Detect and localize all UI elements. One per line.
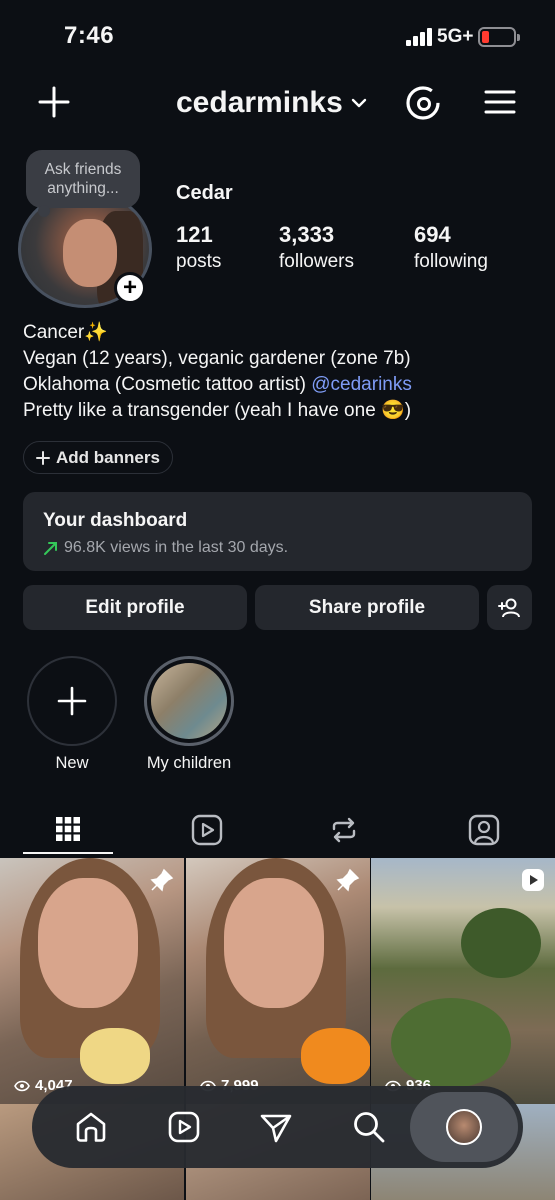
bio-line-3-text: Oklahoma (Cosmetic tattoo artist): [23, 374, 312, 395]
cellular-signal-icon: [406, 28, 432, 46]
reels-icon: [168, 1111, 200, 1143]
pin-icon: [336, 868, 360, 892]
tab-tagged[interactable]: [439, 806, 529, 854]
post-fruit: [301, 1028, 370, 1084]
highlight-new-label: New: [55, 754, 89, 772]
grid-icon: [56, 817, 80, 841]
username: cedarminks: [176, 86, 343, 119]
highlight-my-children-label: My children: [146, 754, 232, 772]
grid-post-1[interactable]: 4,047: [0, 858, 184, 1104]
highlight-new[interactable]: New: [22, 656, 122, 773]
stat-following-label: following: [414, 251, 488, 272]
home-icon: [76, 1112, 106, 1142]
bio-line-1: Cancer✨: [23, 322, 108, 343]
reels-icon: [191, 814, 223, 846]
highlight-my-children[interactable]: My children: [139, 656, 239, 773]
repost-icon: [332, 817, 356, 843]
tagged-icon: [468, 814, 500, 846]
display-name: Cedar: [176, 182, 233, 204]
bottom-navigation: [32, 1086, 523, 1168]
plus-icon: [57, 686, 87, 716]
add-banners-button[interactable]: Add banners: [23, 441, 173, 474]
profile-avatar-small: [446, 1109, 482, 1145]
status-time: 7:46: [64, 22, 115, 49]
bio-line-3: Oklahoma (Cosmetic tattoo artist) @cedar…: [23, 372, 412, 398]
note-text-line1: Ask friends: [44, 161, 122, 178]
nav-direct-messages[interactable]: [241, 1086, 311, 1168]
tab-reels[interactable]: [162, 806, 252, 854]
search-icon: [354, 1112, 385, 1143]
dashboard-title: Your dashboard: [43, 510, 188, 531]
note-text-line2: anything...: [47, 180, 119, 197]
dashboard-subtitle: 96.8K views in the last 30 days.: [64, 539, 289, 556]
add-banners-label: Add banners: [56, 447, 160, 467]
create-plus-icon[interactable]: [36, 84, 72, 120]
stat-posts[interactable]: 121 posts: [176, 222, 221, 273]
chevron-down-icon: [351, 98, 366, 108]
post-fruit: [80, 1028, 150, 1084]
bio-mention-link[interactable]: @cedarinks: [311, 374, 412, 395]
highlight-cover-image: [151, 663, 227, 739]
add-story-plus-icon[interactable]: +: [114, 272, 146, 304]
nav-profile[interactable]: [410, 1092, 518, 1162]
network-type: 5G+: [437, 26, 474, 47]
account-switcher[interactable]: cedarminks: [176, 86, 367, 120]
stat-following[interactable]: 694 following: [414, 222, 488, 273]
note-bubble[interactable]: Ask friends anything...: [26, 150, 140, 208]
stat-following-value: 694: [414, 222, 451, 247]
share-profile-button[interactable]: Share profile: [255, 585, 479, 630]
battery-icon: [478, 27, 520, 47]
stat-followers-value: 3,333: [279, 222, 335, 247]
stat-posts-value: 121: [176, 222, 213, 247]
stat-followers-label: followers: [279, 251, 354, 272]
edit-profile-button[interactable]: Edit profile: [23, 585, 247, 630]
tab-posts-grid[interactable]: [23, 806, 113, 854]
nav-home[interactable]: [56, 1086, 126, 1168]
dashboard-card[interactable]: Your dashboard 96.8K views in the last 3…: [23, 492, 532, 571]
highlight-new-circle: [27, 656, 117, 746]
nav-reels[interactable]: [149, 1086, 219, 1168]
eye-icon: [14, 1080, 30, 1091]
send-icon: [260, 1114, 292, 1143]
bio-line-4: Pretty like a transgender (yeah I have o…: [23, 400, 412, 421]
nav-search[interactable]: [334, 1086, 404, 1168]
tab-reposts[interactable]: [299, 806, 389, 854]
add-person-icon: [497, 598, 520, 617]
threads-icon[interactable]: [404, 84, 442, 122]
stat-followers[interactable]: 3,333 followers: [279, 222, 354, 273]
bio: Cancer✨ Vegan (12 years), veganic garden…: [23, 320, 412, 424]
pin-icon: [150, 868, 174, 892]
note-bubble-tail: [38, 205, 50, 217]
hamburger-menu-icon[interactable]: [484, 88, 516, 116]
grid-post-3[interactable]: 936: [371, 858, 555, 1104]
bio-line-2: Vegan (12 years), veganic gardener (zone…: [23, 348, 411, 369]
stat-posts-label: posts: [176, 251, 222, 272]
reel-badge-icon: [522, 869, 544, 891]
trend-up-icon: [44, 541, 57, 555]
grid-post-2[interactable]: 7,999: [186, 858, 370, 1104]
discover-people-button[interactable]: [487, 585, 532, 630]
plus-icon: [36, 450, 50, 465]
